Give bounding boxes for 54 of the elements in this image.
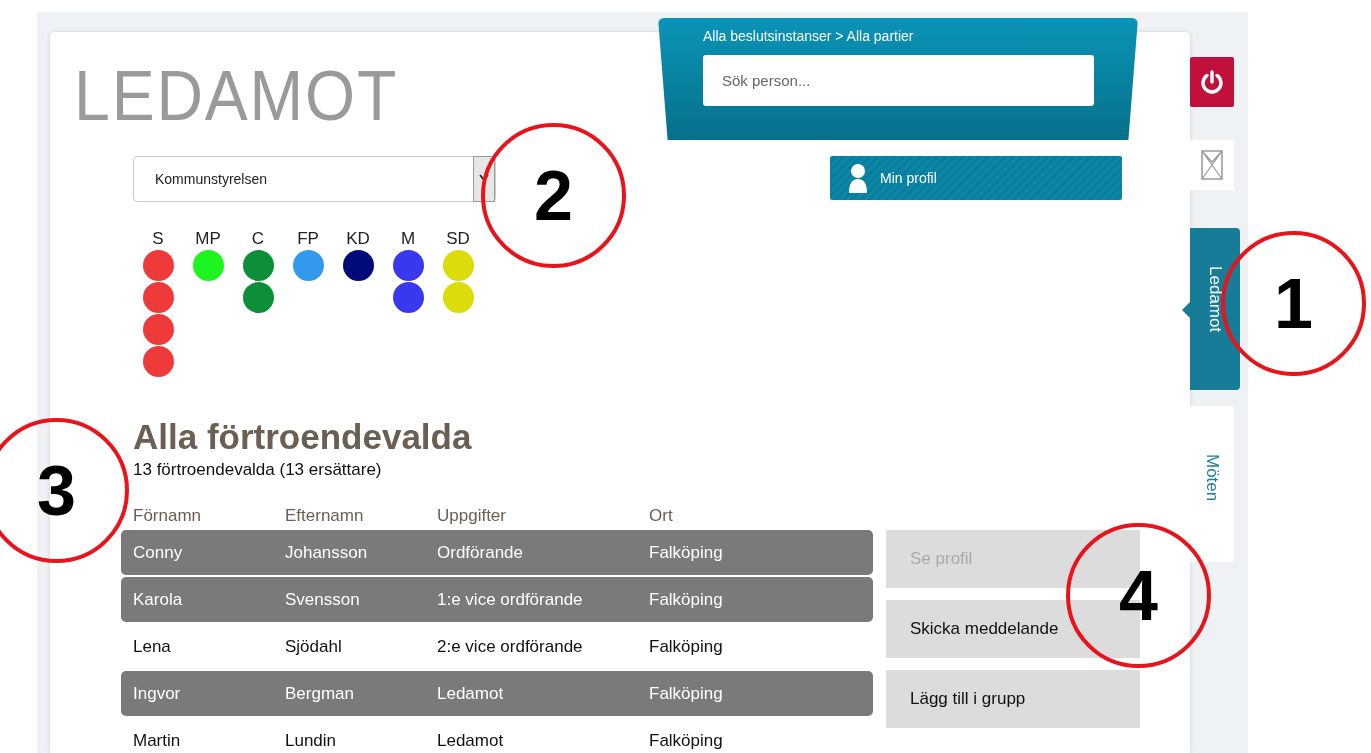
table-cell-text: 1:e vice ordförande [437,589,584,610]
table-cell: Falköping [649,683,723,704]
table-cell: Falköping [649,589,723,610]
envelope-icon [1201,150,1223,180]
table-cell-text: Sjödahl [285,636,343,657]
table-cell-text: Conny [133,542,184,563]
action-button[interactable]: Lägg till i grupp [886,670,1140,728]
breadcrumb: Alla beslutsinstanser > Alla partier [703,28,915,44]
party-label: SD [446,230,470,248]
table-cell-text: Ledamot [437,730,505,751]
party-label: FP [297,230,319,248]
member-row[interactable]: Martin Lundin Ledamot Falköping [121,718,873,753]
section-heading: Alla förtroendevalda [133,418,473,456]
column-header: Uppgifter [437,506,507,527]
party-label: S [152,230,164,248]
power-button[interactable] [1190,57,1234,107]
party-label: MP [195,230,221,248]
page-title: LEDAMOT [74,58,399,134]
table-cell-text: Ordförande [437,542,524,563]
table-cell-text: 2:e vice ordförande [437,636,584,657]
party-label: M [400,230,416,248]
pointer-icon [1182,302,1190,318]
callout-circle: 4 [1066,523,1211,668]
count-text: 13 förtroendevalda (13 ersättare) [133,460,383,480]
search-field[interactable]: Sök person... [703,55,1094,106]
member-row[interactable]: Conny Johansson Ordförande Falköping [121,530,873,575]
side-tab[interactable]: Möten [1190,406,1234,562]
table-cell-text: Martin [133,730,182,751]
table-cell-text: Svensson [285,589,361,610]
party-label: KD [346,230,370,248]
table-cell: Falköping [649,730,723,751]
power-icon [1199,69,1225,95]
callout-circle: 1 [1221,231,1366,376]
member-row[interactable]: Karola Svensson 1:e vice ordförande Falköping [121,577,873,622]
table-cell-text: Lundin [285,730,338,751]
table-cell-text: Ingvor [133,683,182,704]
member-row[interactable]: Ingvor Bergman Ledamot Falköping [121,671,873,716]
person-icon [848,163,868,193]
party-label: C [251,230,265,248]
table-cell: Falköping [649,542,723,563]
table-cell-text: Bergman [285,683,355,704]
table-cell-text: Lena [133,636,172,657]
body-dropdown[interactable]: Kommunstyrelsen [133,156,496,202]
column-header: Ort [649,506,673,527]
callout-circle: 3 [0,418,129,563]
column-header: Förnamn [133,506,203,527]
profile-button[interactable]: Min profil [830,156,1122,200]
member-row[interactable]: Lena Sjödahl 2:e vice ordförande Falköping [121,624,873,669]
table-cell-text: Karola [133,589,184,610]
table-cell-text: Ledamot [437,683,505,704]
callout-circle: 2 [481,123,626,268]
table-cell-text: Johansson [285,542,369,563]
column-header: Efternamn [285,506,365,527]
table-cell: Falköping [649,636,723,657]
